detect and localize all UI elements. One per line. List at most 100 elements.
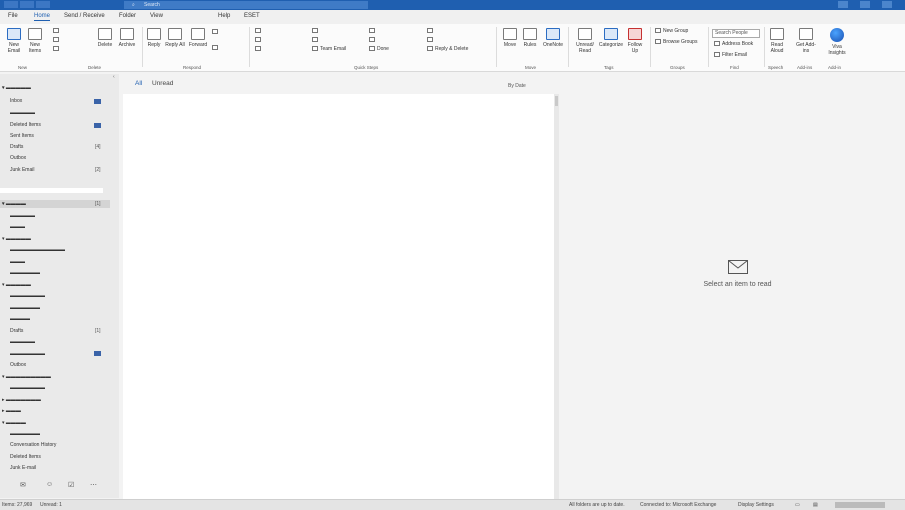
folder-item-junk-2[interactable]: Junk E-mail (10, 465, 36, 471)
folder-item-drafts-2[interactable]: Drafts (10, 328, 23, 334)
quick-step[interactable] (312, 28, 320, 34)
people-icon[interactable]: ☺ (46, 481, 53, 488)
folder-item[interactable]: ▬▬▬▬▬▬▬ (10, 293, 45, 299)
address-book-button[interactable]: Address Book (714, 41, 753, 47)
folder-item[interactable]: ▸ ▬▬▬▬▬▬▬ (2, 397, 41, 403)
display-settings-button[interactable]: Display Settings (738, 502, 774, 508)
normal-view-icon[interactable]: ▭ (795, 502, 800, 508)
filter-email-button[interactable]: Filter Email (714, 52, 747, 58)
categorize-button[interactable]: Categorize (598, 28, 624, 48)
quick-step[interactable] (427, 37, 435, 43)
minimize-button[interactable] (838, 1, 848, 8)
scrollbar-thumb[interactable] (555, 96, 558, 106)
reading-view-icon[interactable]: ▤ (813, 502, 818, 508)
sort-by-date[interactable]: By Date (508, 83, 526, 89)
quick-step-reply-delete[interactable]: Reply & Delete (427, 46, 468, 52)
qat-button[interactable] (4, 1, 18, 8)
junk-button[interactable] (53, 46, 61, 52)
folder-item-outbox-2[interactable]: Outbox (10, 362, 26, 368)
folder-item[interactable]: ▬▬▬▬▬▬ (10, 270, 40, 276)
viva-insights-button[interactable]: Viva Insights (824, 28, 850, 56)
reply-button[interactable]: Reply (145, 28, 163, 48)
move-button[interactable]: Move (500, 28, 520, 48)
tab-file[interactable]: File (8, 13, 18, 19)
tab-send-receive[interactable]: Send / Receive (64, 13, 105, 19)
quick-step[interactable] (255, 37, 263, 43)
qat-button[interactable] (20, 1, 34, 8)
folder-item[interactable]: ▾ ▬▬▬▬ (2, 420, 26, 426)
quick-step[interactable] (427, 28, 435, 34)
folder-item[interactable]: ▬▬▬▬▬ (10, 339, 35, 345)
message-list-scrollbar[interactable] (554, 94, 559, 499)
more-respond-button[interactable] (212, 45, 220, 51)
quick-step[interactable] (369, 28, 377, 34)
rules-button[interactable]: Rules (521, 28, 539, 48)
maximize-button[interactable] (860, 1, 870, 8)
get-addins-button[interactable]: Get Add-ins (793, 28, 819, 54)
folder-item-conversation-history[interactable]: Conversation History (10, 442, 56, 448)
onenote-button[interactable]: OneNote (541, 28, 565, 48)
folder-item[interactable]: ▬▬▬▬▬▬ (10, 431, 40, 437)
mailbox-account[interactable]: ▾ ▬▬▬▬▬ (2, 85, 31, 91)
search-box[interactable]: ⌕ Search (124, 1, 368, 9)
folder-item-outbox[interactable]: Outbox (10, 155, 26, 161)
folder-item[interactable]: ▬▬▬▬▬ (10, 110, 35, 116)
follow-up-button[interactable]: Follow Up (624, 28, 646, 54)
new-group-button[interactable]: New Group (655, 28, 688, 34)
folder-item[interactable]: ▬▬▬▬▬▬▬ (10, 351, 45, 357)
quick-step-done[interactable]: Done (369, 46, 389, 52)
quick-step-team-email[interactable]: Team Email (312, 46, 346, 52)
folder-item[interactable]: ▬▬▬▬▬▬▬ (10, 385, 45, 391)
read-aloud-button[interactable]: Read Aloud (767, 28, 787, 54)
folder-item[interactable]: ▬▬▬ (10, 224, 25, 230)
collapse-pane-chevron-icon[interactable]: ‹ (113, 74, 115, 80)
folder-item-deleted[interactable]: Deleted Items (10, 122, 41, 128)
mail-icon[interactable]: ✉ (20, 481, 26, 489)
folder-item-inbox[interactable]: Inbox (10, 98, 22, 104)
close-button[interactable] (882, 1, 892, 8)
tab-eset[interactable]: ESET (244, 13, 260, 19)
filter-unread-tab[interactable]: Unread (152, 80, 173, 87)
quick-step[interactable] (369, 37, 377, 43)
qat-button[interactable] (36, 1, 50, 8)
folder-item[interactable]: ▬▬▬▬▬▬▬▬▬▬▬ (10, 247, 65, 253)
folder-item[interactable]: ▾ ▬▬▬▬▬▬▬▬▬ (2, 374, 51, 380)
message-list[interactable] (123, 94, 554, 499)
tab-view[interactable]: View (150, 13, 163, 19)
tasks-icon[interactable]: ☑ (68, 481, 74, 489)
folder-item-deleted-2[interactable]: Deleted Items (10, 454, 41, 460)
folder-item[interactable]: ▬▬▬ (10, 259, 25, 265)
tab-help[interactable]: Help (218, 13, 230, 19)
folder-item-selected[interactable]: ▾ ▬▬▬▬ (2, 201, 26, 207)
search-people-input[interactable]: Search People (712, 29, 760, 38)
tab-folder[interactable]: Folder (119, 13, 136, 19)
zoom-slider[interactable] (835, 502, 885, 508)
more-apps-icon[interactable]: ⋯ (90, 481, 97, 489)
meeting-button[interactable] (212, 29, 220, 35)
reply-all-button[interactable]: Reply All (165, 28, 185, 48)
folder-item-sent[interactable]: Sent Items (10, 133, 34, 139)
archive-button[interactable]: Archive (116, 28, 138, 48)
folder-item[interactable]: ▬▬▬▬▬ (10, 213, 35, 219)
ribbon-separator (249, 27, 250, 67)
tab-home[interactable]: Home (34, 13, 51, 21)
unread-read-button[interactable]: Unread/ Read (572, 28, 598, 54)
folder-item[interactable]: ▬▬▬▬▬▬ (10, 305, 40, 311)
new-email-button[interactable]: New Email (4, 28, 24, 54)
clean-up-button[interactable] (53, 37, 61, 43)
ignore-button[interactable] (53, 28, 61, 34)
quick-step[interactable] (255, 46, 263, 52)
quick-step[interactable] (312, 37, 320, 43)
quick-step[interactable] (255, 28, 263, 34)
delete-button[interactable]: Delete (96, 28, 114, 48)
browse-groups-button[interactable]: Browse Groups (655, 39, 697, 45)
folder-item[interactable]: ▸ ▬▬▬ (2, 408, 21, 414)
folder-item[interactable]: ▾ ▬▬▬▬▬ (2, 282, 31, 288)
folder-item-drafts[interactable]: Drafts (10, 144, 23, 150)
folder-item[interactable]: ▬▬▬▬ (10, 316, 30, 322)
filter-all-tab[interactable]: All (135, 80, 142, 87)
folder-item[interactable]: ▾ ▬▬▬▬▬ (2, 236, 31, 242)
forward-button[interactable]: Forward (187, 28, 209, 48)
folder-item-junk[interactable]: Junk Email (10, 167, 34, 173)
new-items-button[interactable]: New Items (25, 28, 45, 54)
